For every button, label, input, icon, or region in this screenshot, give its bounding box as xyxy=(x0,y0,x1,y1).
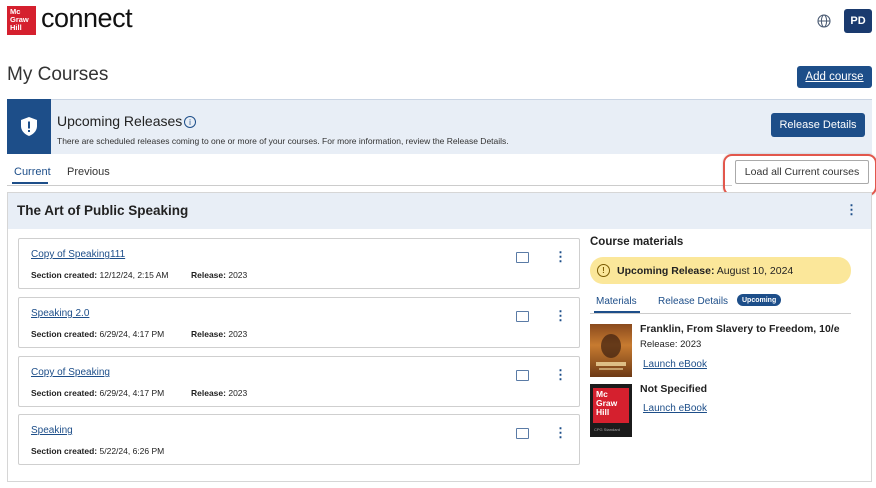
section-release: Release: 2023 xyxy=(191,388,248,398)
section-created: Section created: 12/12/24, 2:15 AM xyxy=(31,270,169,280)
tabs-divider xyxy=(7,185,732,186)
section-display-icon[interactable] xyxy=(516,311,529,322)
section-created: Section created: 6/29/24, 4:17 PM xyxy=(31,388,165,398)
globe-icon[interactable] xyxy=(817,14,831,28)
release-details-button[interactable]: Release Details xyxy=(771,113,865,137)
brand-name: connect xyxy=(41,3,133,33)
section-row: Copy of Speaking Section created: 6/29/2… xyxy=(18,356,580,407)
course-title: The Art of Public Speaking xyxy=(17,203,189,218)
section-row: Speaking 2.0 Section created: 6/29/24, 4… xyxy=(18,297,580,348)
avatar[interactable]: PD xyxy=(844,9,872,33)
section-display-icon[interactable] xyxy=(516,428,529,439)
section-created: Section created: 6/29/24, 4:17 PM xyxy=(31,329,165,339)
section-release: Release: 2023 xyxy=(191,329,248,339)
tab-active-indicator xyxy=(12,182,48,184)
section-display-icon[interactable] xyxy=(516,252,529,263)
upcoming-badge: Upcoming xyxy=(737,294,782,306)
add-course-button[interactable]: Add course xyxy=(797,66,872,88)
course-materials-title: Course materials xyxy=(590,236,684,248)
page-title: My Courses xyxy=(7,64,109,85)
book-release: Release: 2023 xyxy=(640,339,702,350)
section-menu-kebab-icon[interactable]: ⋮ xyxy=(554,426,567,439)
course-menu-kebab-icon[interactable]: ⋮ xyxy=(845,203,858,216)
banner-description: There are scheduled releases coming to o… xyxy=(57,136,509,146)
section-created: Section created: 5/22/24, 6:26 PM xyxy=(31,446,165,456)
section-name-link[interactable]: Speaking 2.0 xyxy=(31,308,89,319)
upcoming-release-text: Upcoming Release: August 10, 2024 xyxy=(617,265,794,277)
launch-ebook-link[interactable]: Launch eBook xyxy=(643,359,707,370)
section-menu-kebab-icon[interactable]: ⋮ xyxy=(554,250,567,263)
book-title: Not Specified xyxy=(640,383,708,395)
tab-release-details[interactable]: Release Details xyxy=(658,296,728,307)
mcgraw-hill-logo: Mc Graw Hill xyxy=(7,6,36,35)
highlight-annotation xyxy=(723,154,876,196)
section-name-link[interactable]: Copy of Speaking111 xyxy=(31,249,125,260)
section-display-icon[interactable] xyxy=(516,370,529,381)
section-row: Speaking Section created: 5/22/24, 6:26 … xyxy=(18,414,580,465)
section-release: Release: 2023 xyxy=(191,270,248,280)
section-menu-kebab-icon[interactable]: ⋮ xyxy=(554,368,567,381)
warning-icon: ! xyxy=(597,264,610,277)
materials-tabs-divider xyxy=(590,313,851,314)
launch-ebook-link[interactable]: Launch eBook xyxy=(643,403,707,414)
section-row: Copy of Speaking111 Section created: 12/… xyxy=(18,238,580,289)
section-name-link[interactable]: Copy of Speaking xyxy=(31,367,110,378)
tab-previous[interactable]: Previous xyxy=(67,166,110,178)
tab-materials[interactable]: Materials xyxy=(596,296,637,307)
book-cover-subtitle: CPG Standard xyxy=(594,427,621,432)
section-name-link[interactable]: Speaking xyxy=(31,425,73,436)
book-title: Franklin, From Slavery to Freedom, 10/e xyxy=(640,323,840,335)
shield-alert-icon xyxy=(7,99,51,154)
tab-current[interactable]: Current xyxy=(14,166,51,178)
book-cover-image xyxy=(590,324,632,377)
info-icon[interactable]: i xyxy=(184,116,196,128)
section-menu-kebab-icon[interactable]: ⋮ xyxy=(554,309,567,322)
book-cover-logo: Mc Graw Hill xyxy=(593,388,629,423)
banner-title: Upcoming Releases xyxy=(57,113,183,129)
